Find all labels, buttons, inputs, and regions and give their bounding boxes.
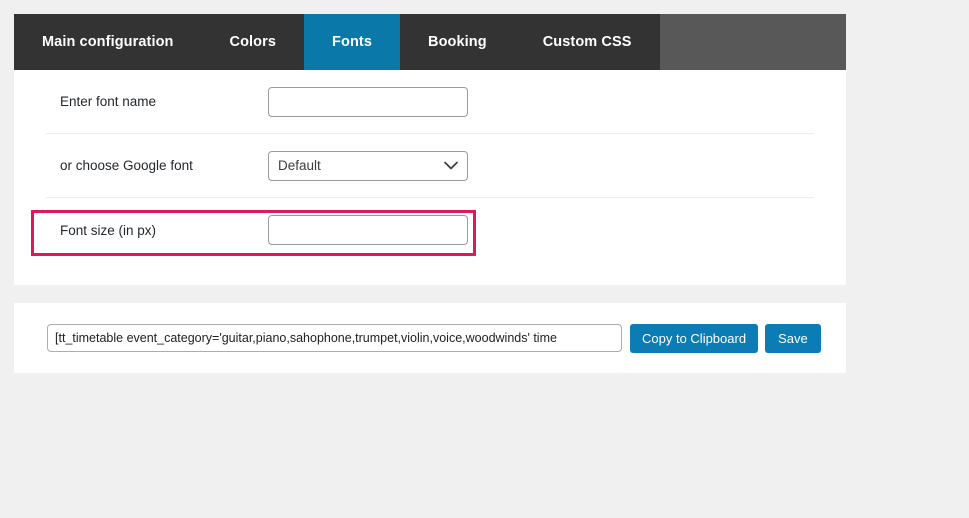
form-row-font-size: Font size (in px) <box>46 198 814 262</box>
settings-tab-bar: Main configuration Colors Fonts Booking … <box>14 14 846 70</box>
tab-label: Main configuration <box>42 34 174 50</box>
form-row-google-font: or choose Google font Default <box>46 134 814 198</box>
tab-main-configuration[interactable]: Main configuration <box>14 14 202 70</box>
tab-label: Fonts <box>332 34 372 50</box>
form-row-font-name: Enter font name <box>46 70 814 134</box>
google-font-label: or choose Google font <box>60 158 193 173</box>
font-size-label: Font size (in px) <box>60 222 157 238</box>
fonts-form: Enter font name or choose Google font De… <box>14 70 846 262</box>
tab-custom-css[interactable]: Custom CSS <box>514 14 660 70</box>
tabs-group: Main configuration Colors Fonts Booking … <box>14 14 660 70</box>
tab-colors[interactable]: Colors <box>201 14 305 70</box>
font-name-input[interactable] <box>268 86 468 117</box>
tab-label: Custom CSS <box>542 34 632 50</box>
font-size-input[interactable] <box>268 215 468 245</box>
tab-fonts[interactable]: Fonts <box>304 14 400 70</box>
tab-bar-filler <box>659 14 846 70</box>
font-name-label: Enter font name <box>60 94 157 109</box>
google-font-select[interactable]: Default <box>268 150 468 181</box>
save-button[interactable]: Save <box>765 323 821 353</box>
fonts-settings-panel: Enter font name or choose Google font De… <box>14 70 846 285</box>
tab-label: Colors <box>229 34 277 50</box>
tab-label: Booking <box>428 34 487 50</box>
google-font-select-wrap: Default <box>268 150 468 181</box>
shortcode-input[interactable] <box>47 324 622 352</box>
copy-to-clipboard-button[interactable]: Copy to Clipboard <box>630 323 759 353</box>
shortcode-panel: Copy to Clipboard Save <box>14 303 846 373</box>
tab-booking[interactable]: Booking <box>400 14 515 70</box>
